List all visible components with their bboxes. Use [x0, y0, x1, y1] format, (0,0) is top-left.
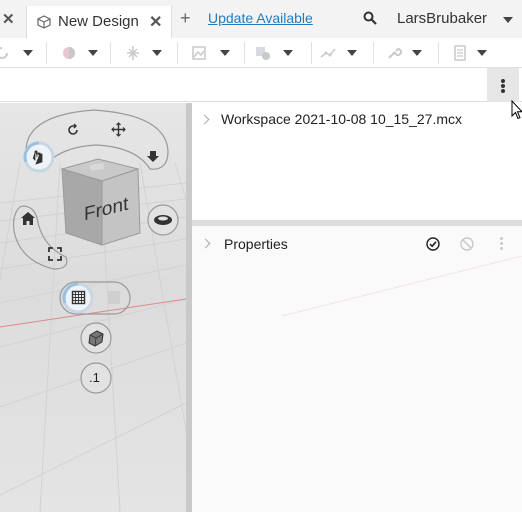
toolbar: [0, 38, 522, 68]
fullscreen-icon[interactable]: [48, 247, 62, 261]
properties-menu-icon[interactable]: [500, 237, 503, 252]
rotate-icon: [0, 47, 8, 59]
perspective-button[interactable]: [146, 203, 180, 237]
chevron-down-icon: [220, 50, 230, 56]
layers-icon: [454, 45, 466, 61]
wrench-tool-button[interactable]: [380, 38, 436, 68]
wrench-icon: [388, 47, 402, 59]
grid-toggle-group: [59, 281, 131, 315]
faint-background-line: [281, 256, 522, 317]
kebab-dot: [501, 84, 505, 88]
tab-new-design[interactable]: New Design ✕: [26, 6, 172, 38]
chevron-down-icon: [347, 50, 357, 56]
chevron-right-icon[interactable]: [199, 114, 210, 125]
path-icon: [320, 48, 336, 58]
rotate-mode-button[interactable]: [22, 140, 56, 174]
chevron-down-icon: [412, 50, 422, 56]
3d-viewport[interactable]: Front .1: [0, 103, 186, 512]
path-tool-button[interactable]: [316, 38, 372, 68]
secondary-toolbar: [0, 68, 522, 102]
toolbar-divider: [311, 42, 312, 64]
new-tab-icon[interactable]: +: [180, 8, 191, 29]
align-icon: [127, 46, 139, 60]
cancel-icon[interactable]: [460, 237, 474, 251]
chevron-down-icon: [283, 50, 293, 56]
pan-icon[interactable]: [111, 122, 126, 137]
zoom-down-icon[interactable]: [146, 149, 160, 163]
shape-tool-button[interactable]: [250, 38, 308, 68]
properties-panel: Properties: [192, 226, 522, 512]
apply-check-icon[interactable]: [426, 237, 440, 251]
chevron-down-icon: [152, 50, 162, 56]
title-bar: ✕ New Design ✕ + Update Available LarsBr…: [0, 0, 522, 38]
chevron-down-icon: [88, 50, 98, 56]
workspace-panel: Workspace 2021-10-08 10_15_27.mcx: [192, 103, 522, 220]
tab-label: New Design: [58, 13, 139, 30]
snap-value: .1: [89, 370, 100, 385]
kebab-dot: [501, 89, 505, 93]
toolbar-divider: [438, 42, 439, 64]
close-tab-icon[interactable]: ✕: [149, 12, 162, 32]
mouse-cursor-icon: [511, 100, 522, 120]
rotate-tool-button[interactable]: [0, 38, 44, 68]
color-icon: [63, 47, 75, 59]
align-tool-button[interactable]: [118, 38, 174, 68]
more-options-button[interactable]: [487, 68, 519, 102]
chevron-right-icon[interactable]: [200, 238, 211, 249]
search-icon[interactable]: [363, 11, 377, 25]
cube-icon: [37, 15, 51, 29]
toolbar-divider: [110, 42, 111, 64]
toolbar-divider: [46, 42, 47, 64]
home-icon[interactable]: [20, 211, 36, 226]
layers-tool-button[interactable]: [446, 38, 498, 68]
update-available-link[interactable]: Update Available: [208, 10, 313, 26]
shape-icon: [256, 47, 270, 60]
properties-title: Properties: [224, 236, 288, 252]
chevron-down-icon: [477, 50, 487, 56]
plane-icon[interactable]: [107, 290, 121, 305]
user-name[interactable]: LarsBrubaker: [397, 10, 487, 27]
toolbar-divider: [177, 42, 178, 64]
image-tool-button[interactable]: [184, 38, 240, 68]
toolbar-divider: [373, 42, 374, 64]
image-icon: [192, 46, 206, 60]
print-bed-button[interactable]: [80, 322, 114, 356]
chevron-down-icon[interactable]: [503, 17, 513, 23]
toolbar-divider: [244, 42, 245, 64]
orbit-icon[interactable]: [66, 123, 80, 137]
grid-icon[interactable]: [71, 290, 86, 305]
color-tool-button[interactable]: [56, 38, 108, 68]
kebab-dot: [501, 79, 505, 83]
workspace-title[interactable]: Workspace 2021-10-08 10_15_27.mcx: [221, 111, 462, 127]
chevron-down-icon: [23, 50, 33, 56]
close-previous-tab-icon[interactable]: ✕: [2, 10, 18, 28]
